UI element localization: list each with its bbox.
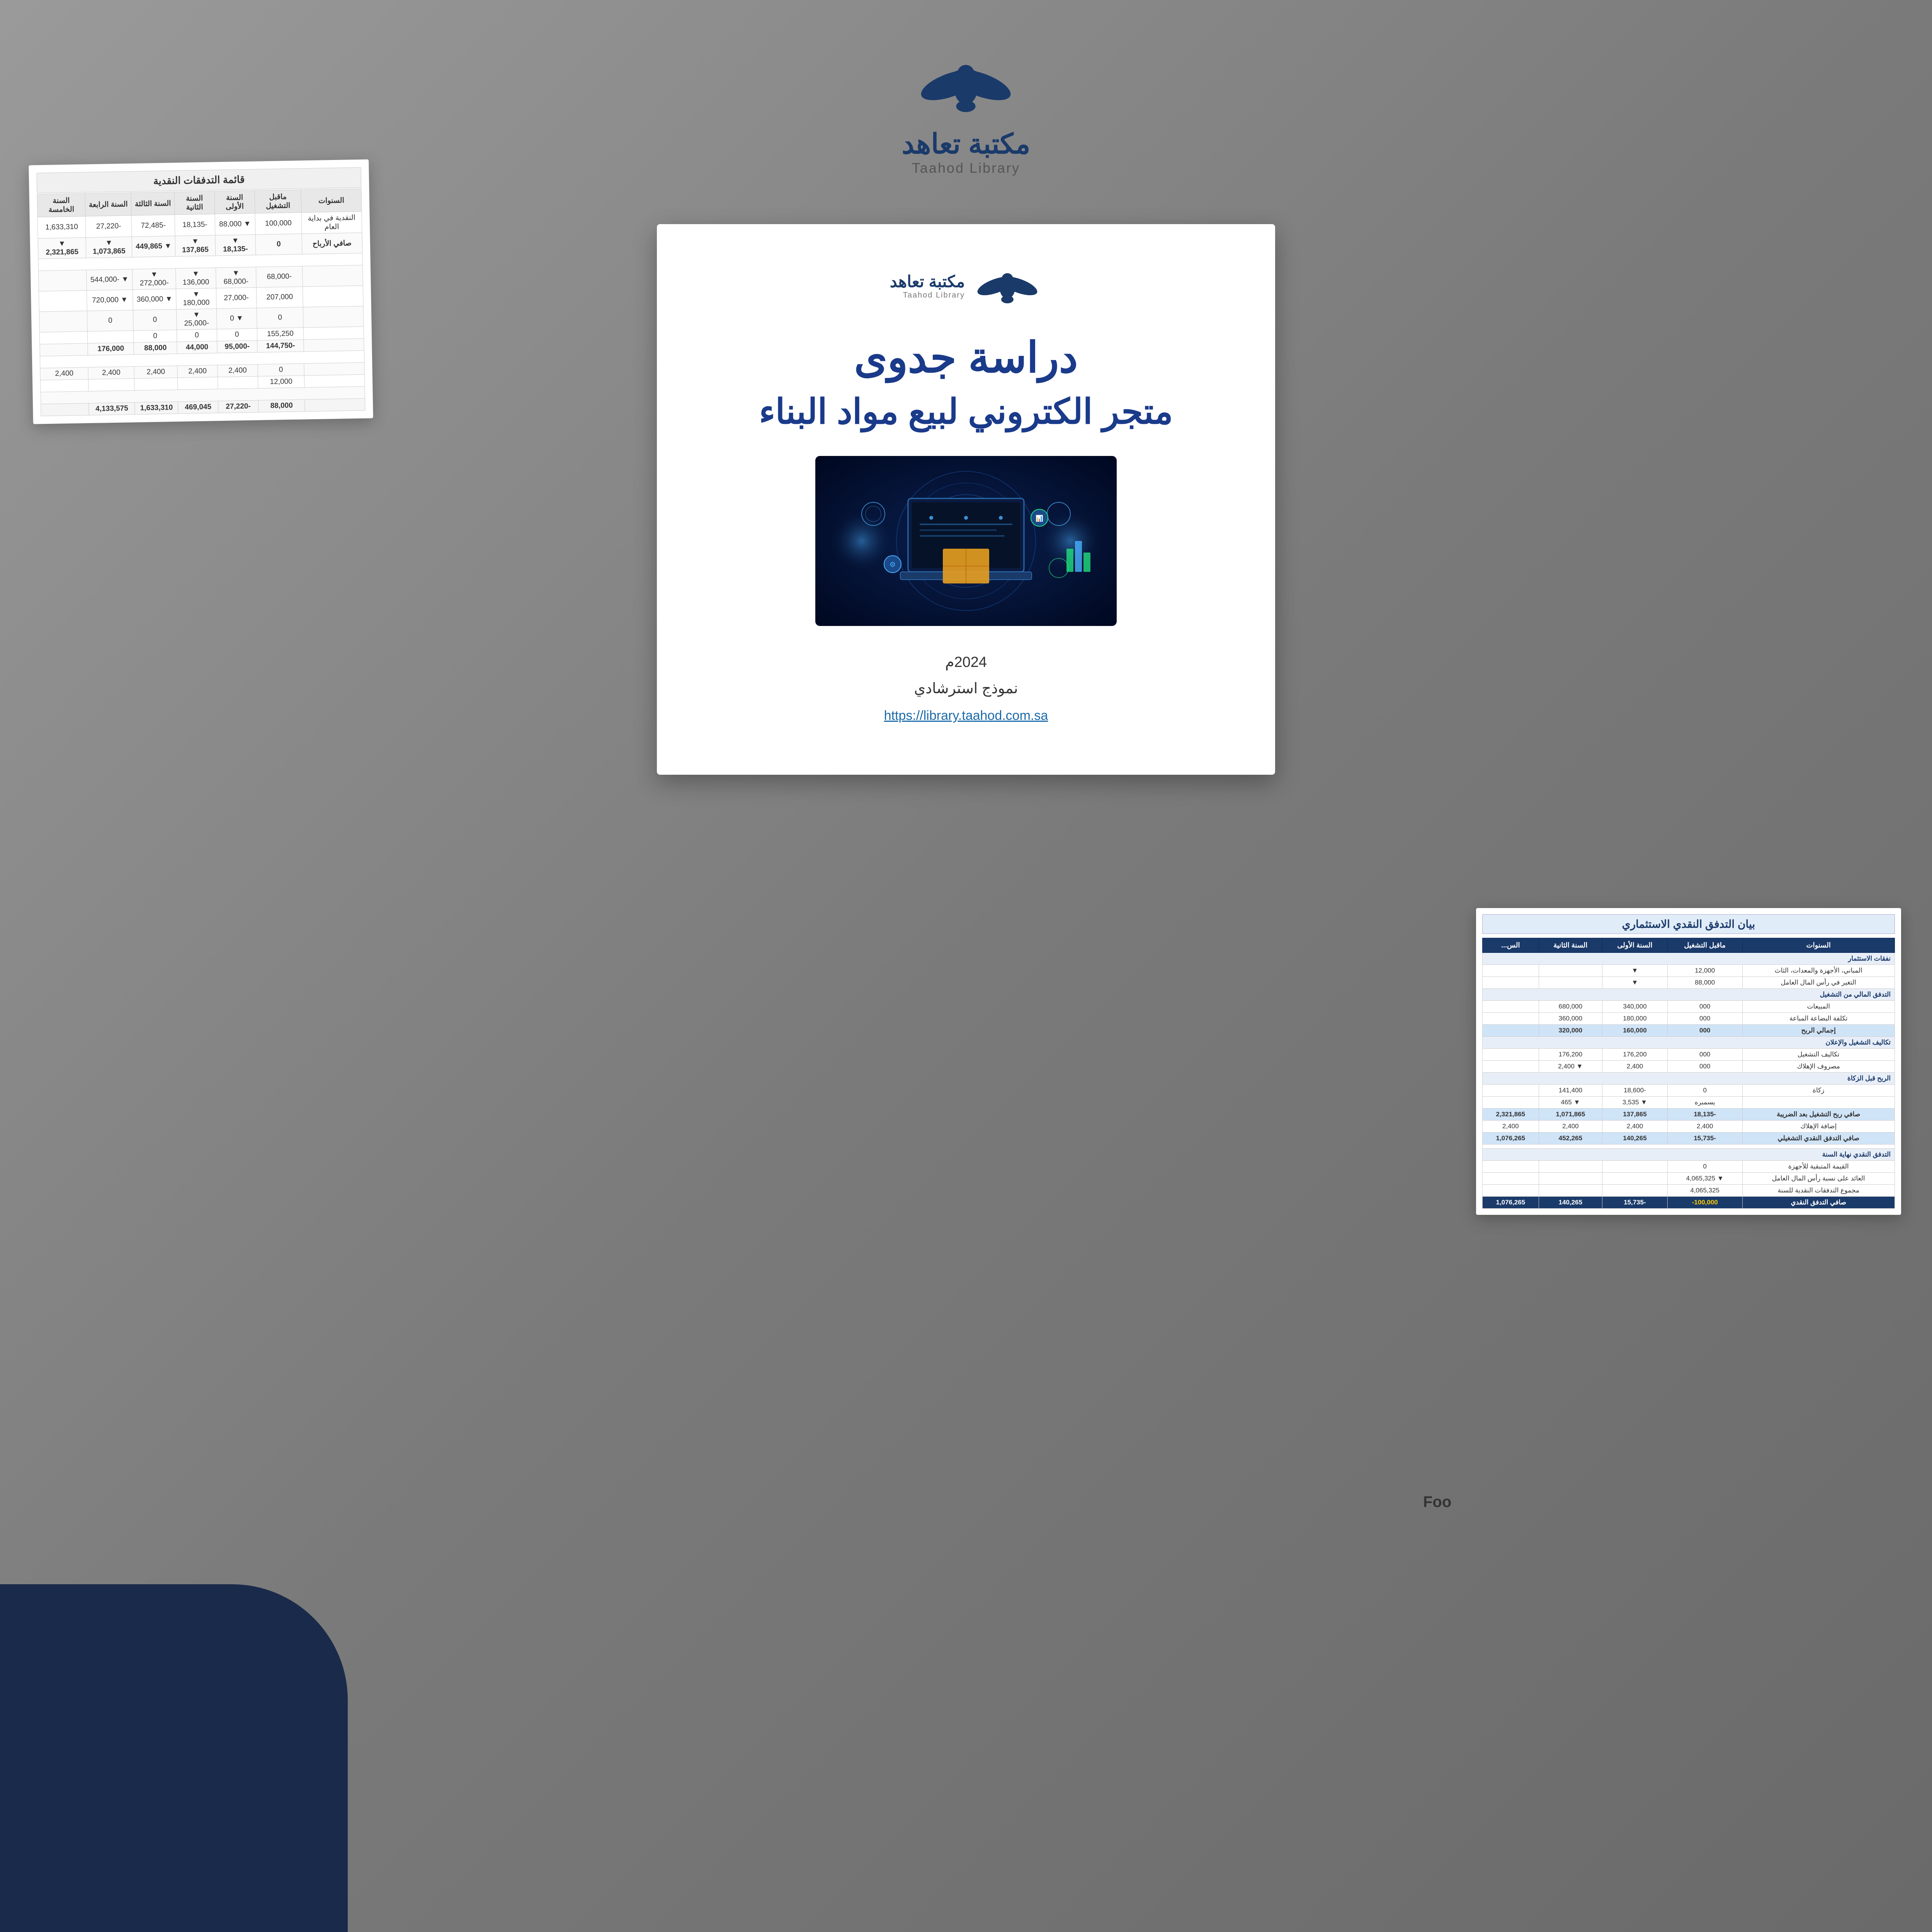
table-total-row: صافي التدفق النقدي 100,000- -15,735 140,… xyxy=(1483,1197,1895,1209)
right-table-title: بيان التدفق النقدي الاستثماري xyxy=(1482,914,1895,934)
table-row: المبيعات 000 340,000 680,000 xyxy=(1483,1001,1895,1013)
col-header-label: السنوات xyxy=(301,189,362,213)
col-header-y4: السنة الرابعة xyxy=(85,193,131,216)
table-row xyxy=(1483,1145,1895,1149)
doc-logo-english: Taahod Library xyxy=(890,291,965,300)
doc-title-line2: متجر الكتروني لبيع مواد البناء xyxy=(703,391,1229,433)
col-header-y1: السنة الأولى xyxy=(1602,938,1668,953)
table-row: صافي ربح التشغيل بعد الضريبة -18,135 137… xyxy=(1483,1109,1895,1121)
table-row: تكلفة البضاعة المباعة 000 180,000 360,00… xyxy=(1483,1013,1895,1025)
col-header-y2: السنة الثانية xyxy=(1539,938,1602,953)
table-row: يسمبره ▼ 3,535 ▼ 465 xyxy=(1483,1097,1895,1109)
table-row: مجموع التدفقات النقدية للسنة 4,065,325 xyxy=(1483,1185,1895,1197)
col-header-pre: ماقبل التشغيل xyxy=(255,190,301,213)
top-logo-bird-icon xyxy=(912,46,1020,124)
doc-footer: 2024م نموذج استرشادي https://library.taa… xyxy=(703,649,1229,728)
col-header-y2: السنة الثانية xyxy=(174,191,214,215)
investment-cash-flow-table: السنوات ماقبل التشغيل السنة الأولى السنة… xyxy=(1482,938,1895,1209)
foo-label: Foo xyxy=(1423,1493,1451,1511)
top-logo-area: مكتبة تعاهد Taahod Library xyxy=(902,46,1031,176)
svg-text:⚙: ⚙ xyxy=(889,561,896,568)
table-section-header: الربح قبل الزكاة xyxy=(1483,1073,1895,1085)
table-row: مصروف الإهلاك 000 2,400 ▼ 2,400 xyxy=(1483,1061,1895,1073)
right-cash-flow-card: بيان التدفق النقدي الاستثماري السنوات ما… xyxy=(1476,908,1901,1215)
svg-text:📊: 📊 xyxy=(1036,515,1043,522)
top-logo-english: Taahod Library xyxy=(912,160,1020,176)
table-row: القيمة المتبقية للأجهزة 0 xyxy=(1483,1161,1895,1173)
table-row: تكاليف التشغيل 000 176,200 176,200 xyxy=(1483,1049,1895,1061)
table-section-header: التدفق النقدي نهاية السنة xyxy=(1483,1149,1895,1161)
table-row: إجمالي الربح 000 160,000 320,000 xyxy=(1483,1025,1895,1037)
col-header-etc: الس... xyxy=(1483,938,1539,953)
main-document-card: مكتبة تعاهد Taahod Library دراسة جدوى مت… xyxy=(657,224,1275,775)
row-label: صافي الأرباح xyxy=(302,233,362,254)
doc-year: 2024م xyxy=(703,649,1229,675)
col-header-y1: السنة الأولى xyxy=(214,190,255,214)
table-section-header: نفقات الاستثمار xyxy=(1483,953,1895,965)
doc-logo-arabic: مكتبة تعاهد xyxy=(890,272,965,291)
table-row: العائد على نسبة رأس المال العامل ▼ 4,065… xyxy=(1483,1173,1895,1185)
col-header-years: السنوات xyxy=(1742,938,1895,953)
background-blue-shape xyxy=(0,1584,348,1932)
doc-logo-bird-icon xyxy=(973,263,1042,309)
table-section-header: تكاليف التشغيل والإعلان xyxy=(1483,1037,1895,1049)
doc-website-link[interactable]: https://library.taahod.com.sa xyxy=(884,708,1048,723)
doc-logo-area: مكتبة تعاهد Taahod Library xyxy=(703,263,1229,309)
col-header-y3: السنة الثالثة xyxy=(131,192,175,216)
doc-image: ⚙ 📊 xyxy=(815,456,1117,626)
doc-model: نموذج استرشادي xyxy=(703,675,1229,702)
top-logo-arabic: مكتبة تعاهد xyxy=(902,128,1031,160)
table-row: التغير في رأس المال العامل 88,000 ▼ xyxy=(1483,977,1895,989)
col-header-y5: السنة الخامسة xyxy=(37,194,85,217)
table-row: إضافة الإهلاك 2,400 2,400 2,400 2,400 xyxy=(1483,1121,1895,1133)
table-section-header: التدفق المالي من التشغيل xyxy=(1483,989,1895,1001)
table-row: صافي التدفق النقدي التشغيلي -15,735 140,… xyxy=(1483,1133,1895,1145)
left-cash-flow-card: قائمة التدفقات النقدية السنوات ماقبل الت… xyxy=(29,159,373,424)
table-row: زكاة 0 -18,600 141,400 xyxy=(1483,1085,1895,1097)
table-row: المباني، الأجهزة والمعدات، الثاث 12,000 … xyxy=(1483,965,1895,977)
cash-flow-table: السنوات ماقبل التشغيل السنة الأولى السنة… xyxy=(37,189,366,417)
col-header-pre: ماقبل التشغيل xyxy=(1667,938,1742,953)
doc-title-line1: دراسة جدوى xyxy=(703,332,1229,383)
row-label: النقدية في بداية العام xyxy=(301,211,362,234)
